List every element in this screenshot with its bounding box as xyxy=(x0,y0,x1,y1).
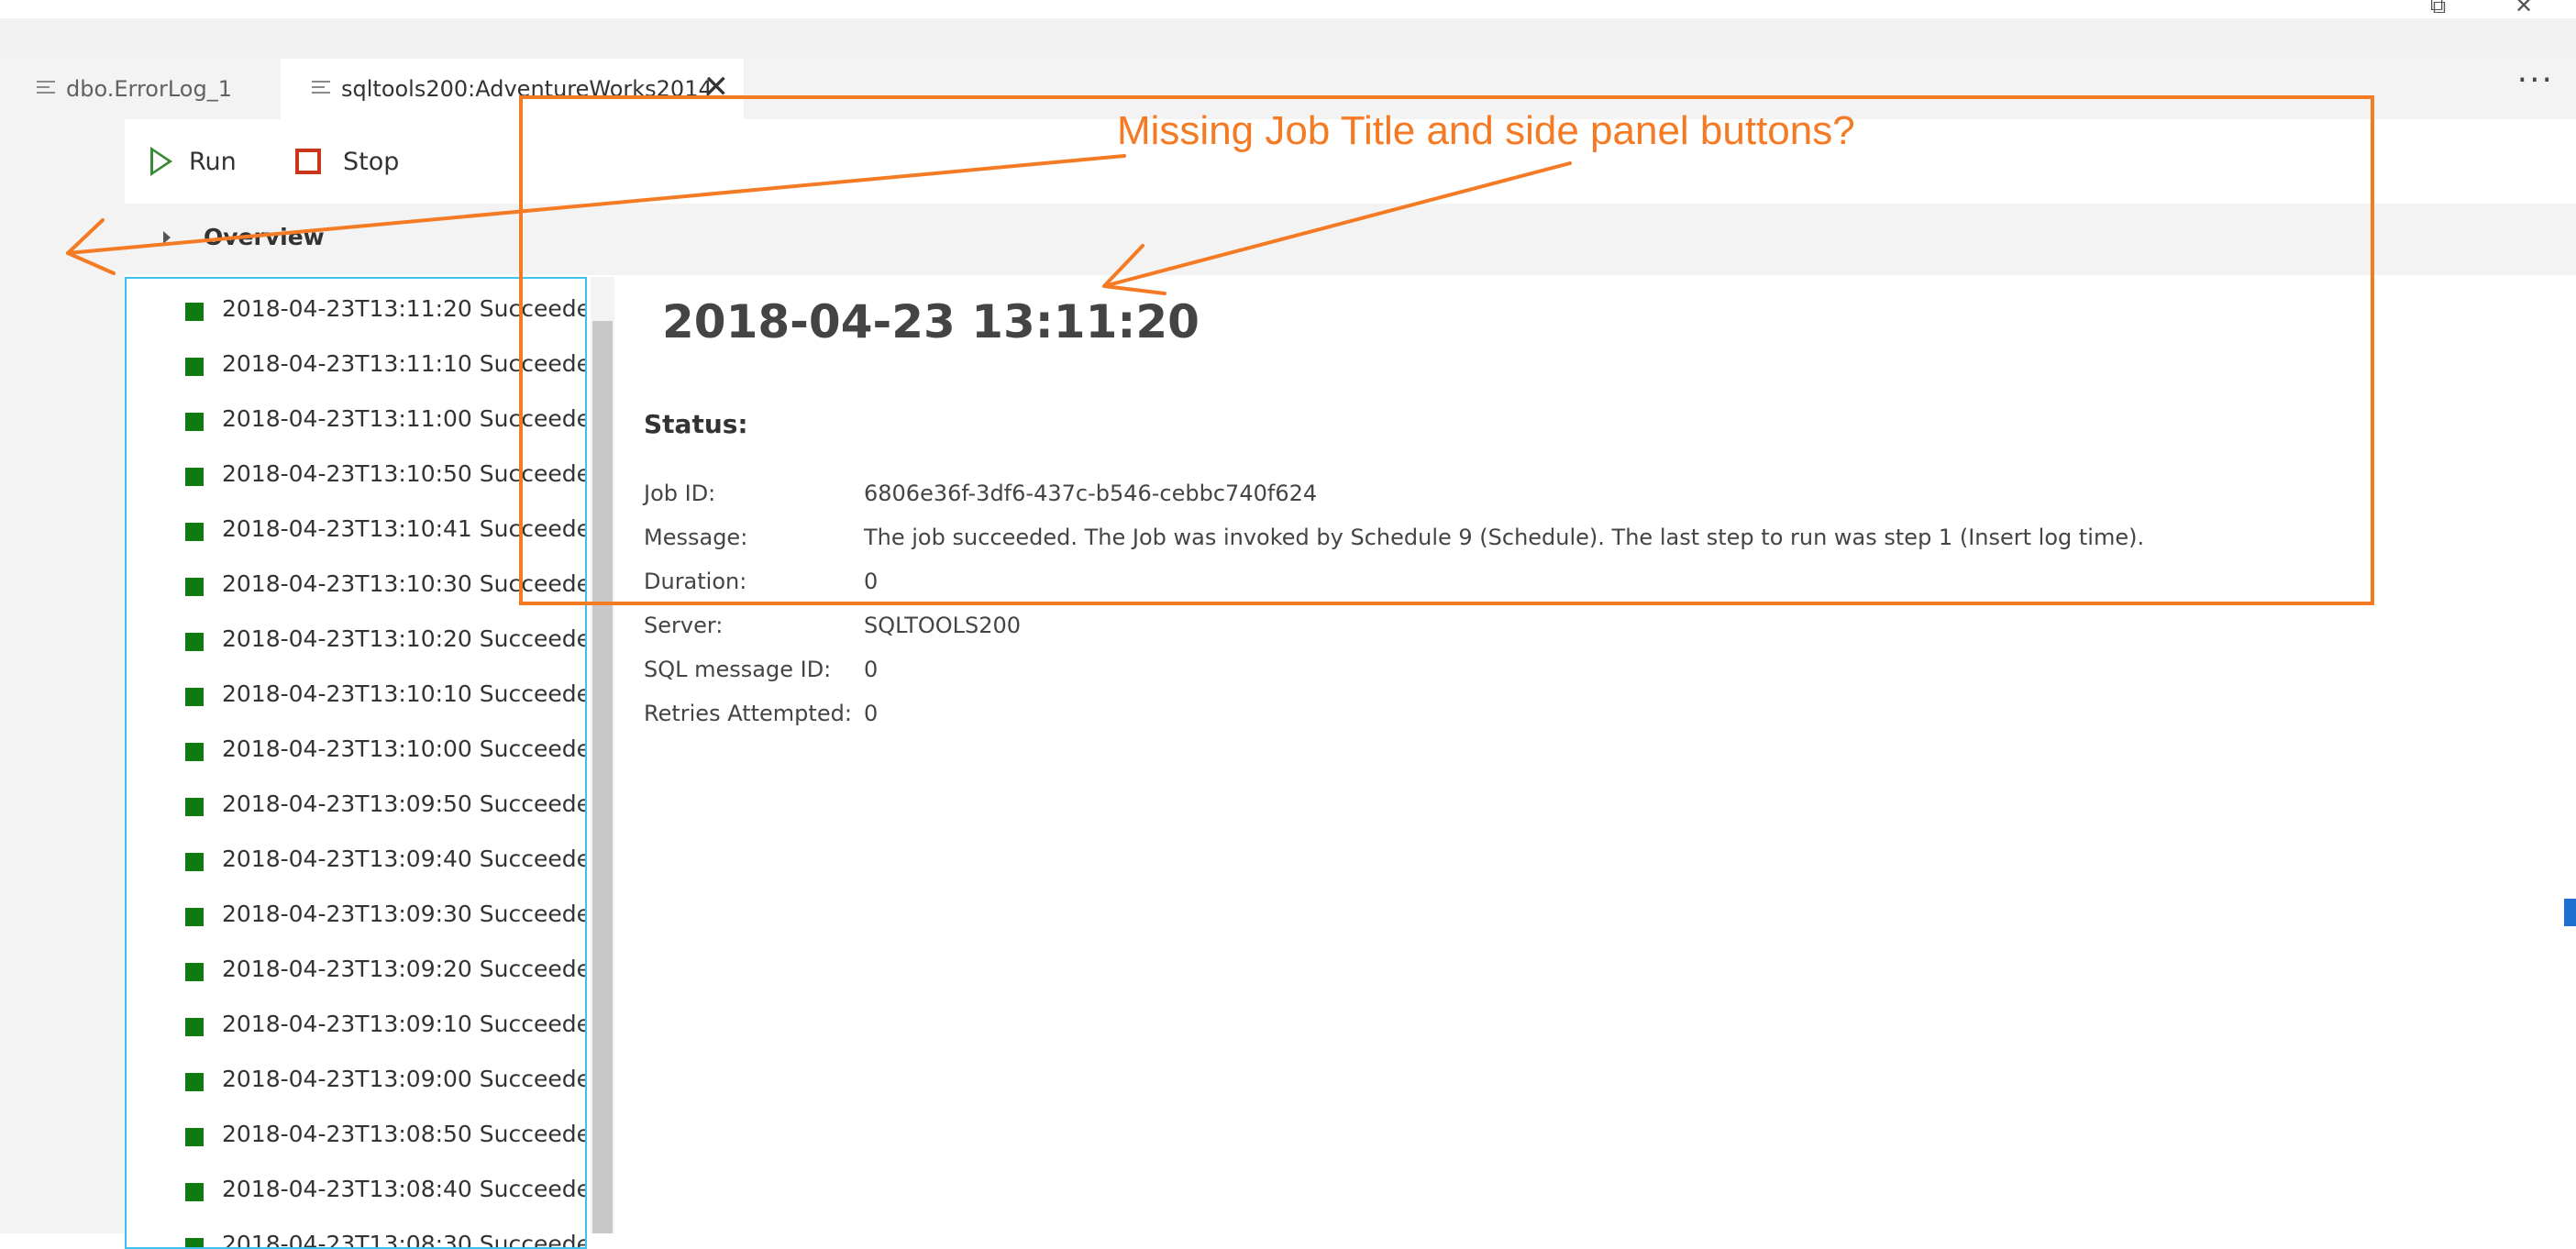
tab-adventureworks[interactable]: sqltools200:AdventureWorks2014 ✕ xyxy=(281,59,744,119)
field-label: Message: xyxy=(644,525,748,550)
list-item[interactable]: 2018-04-23T13:10:41 Succeeded xyxy=(127,512,585,567)
list-item[interactable]: 2018-04-23T13:09:40 Succeeded xyxy=(127,842,585,897)
history-item-label: 2018-04-23T13:09:30 Succeeded xyxy=(222,901,587,927)
job-run-title: 2018-04-23 13:11:20 xyxy=(662,295,1200,348)
chevron-right-icon[interactable] xyxy=(163,231,171,244)
history-item-label: 2018-04-23T13:10:20 Succeeded xyxy=(222,625,587,652)
succeeded-status-icon xyxy=(185,743,204,761)
field-label: Duration: xyxy=(644,569,747,594)
stop-label: Stop xyxy=(343,147,400,176)
run-button[interactable]: Run xyxy=(150,143,237,180)
field-value: 0 xyxy=(864,657,879,682)
history-item-label: 2018-04-23T13:10:50 Succeeded xyxy=(222,460,587,487)
succeeded-status-icon xyxy=(185,853,204,871)
history-item-label: 2018-04-23T13:09:40 Succeeded xyxy=(222,846,587,872)
close-tab-icon[interactable]: ✕ xyxy=(703,72,730,103)
tab-label: sqltools200:AdventureWorks2014 xyxy=(341,76,713,102)
stop-button[interactable]: Stop xyxy=(290,143,399,180)
history-item-label: 2018-04-23T13:11:10 Succeeded xyxy=(222,350,587,377)
succeeded-status-icon xyxy=(185,688,204,706)
scroll-indicator xyxy=(2564,899,2576,926)
tab-label: dbo.ErrorLog_1 xyxy=(66,76,232,102)
field-value: 6806e36f-3df6-437c-b546-cebbc740f624 xyxy=(864,481,1318,506)
status-heading: Status: xyxy=(644,409,748,439)
history-item-label: 2018-04-23T13:10:00 Succeeded xyxy=(222,735,587,762)
list-item[interactable]: 2018-04-23T13:09:10 Succeeded xyxy=(127,1007,585,1062)
title-bar: ⧉ ✕ xyxy=(0,0,2576,18)
field-value: SQLTOOLS200 xyxy=(864,613,1022,638)
left-gutter xyxy=(0,119,125,1233)
field-label: Job ID: xyxy=(644,481,716,506)
succeeded-status-icon xyxy=(185,908,204,926)
list-item[interactable]: 2018-04-23T13:08:40 Succeeded xyxy=(127,1172,585,1227)
list-item[interactable]: 2018-04-23T13:11:00 Succeeded xyxy=(127,402,585,457)
history-item-label: 2018-04-23T13:08:40 Succeeded xyxy=(222,1176,587,1202)
succeeded-status-icon xyxy=(185,413,204,431)
file-lines-icon xyxy=(312,81,330,97)
field-label: Server: xyxy=(644,613,724,638)
history-item-label: 2018-04-23T13:08:30 Succeeded xyxy=(222,1231,587,1249)
succeeded-status-icon xyxy=(185,1073,204,1091)
restore-window-icon[interactable]: ⧉ xyxy=(2430,0,2446,18)
succeeded-status-icon xyxy=(185,578,204,596)
field-label: SQL message ID: xyxy=(644,657,832,682)
list-item[interactable]: 2018-04-23T13:08:50 Succeeded xyxy=(127,1117,585,1172)
field-value: 0 xyxy=(864,701,879,726)
list-item[interactable]: 2018-04-23T13:10:50 Succeeded xyxy=(127,457,585,512)
succeeded-status-icon xyxy=(185,963,204,981)
list-item[interactable]: 2018-04-23T13:10:20 Succeeded xyxy=(127,622,585,677)
history-item-label: 2018-04-23T13:09:20 Succeeded xyxy=(222,956,587,982)
tab-errorlog[interactable]: dbo.ErrorLog_1 xyxy=(0,59,281,119)
file-lines-icon xyxy=(37,81,55,97)
succeeded-status-icon xyxy=(185,523,204,541)
job-toolbar: Run Stop xyxy=(125,119,2576,204)
tab-bar: dbo.ErrorLog_1 sqltools200:AdventureWork… xyxy=(0,59,2576,119)
succeeded-status-icon xyxy=(185,1128,204,1146)
stop-icon xyxy=(295,149,321,174)
succeeded-status-icon xyxy=(185,303,204,321)
history-item-label: 2018-04-23T13:09:00 Succeeded xyxy=(222,1066,587,1092)
history-scrollbar[interactable] xyxy=(591,277,614,1233)
succeeded-status-icon xyxy=(185,633,204,651)
history-item-label: 2018-04-23T13:08:50 Succeeded xyxy=(222,1121,587,1147)
list-item[interactable]: 2018-04-23T13:11:20 Succeeded xyxy=(127,292,585,347)
overview-label: Overview xyxy=(204,224,325,250)
succeeded-status-icon xyxy=(185,358,204,376)
list-item[interactable]: 2018-04-23T13:09:30 Succeeded xyxy=(127,897,585,952)
field-value: The job succeeded. The Job was invoked b… xyxy=(864,525,2145,550)
job-history-list[interactable]: 2018-04-23T13:11:20 Succeeded 2018-04-23T… xyxy=(125,277,587,1249)
field-value: 0 xyxy=(864,569,879,594)
more-actions-icon[interactable]: ··· xyxy=(2517,64,2554,97)
history-item-label: 2018-04-23T13:10:10 Succeeded xyxy=(222,680,587,707)
list-item[interactable]: 2018-04-23T13:10:00 Succeeded xyxy=(127,732,585,787)
history-item-label: 2018-04-23T13:11:20 Succeeded xyxy=(222,295,587,322)
history-item-label: 2018-04-23T13:10:30 Succeeded xyxy=(222,570,587,597)
list-item[interactable]: 2018-04-23T13:11:10 Succeeded xyxy=(127,347,585,402)
history-item-label: 2018-04-23T13:10:41 Succeeded xyxy=(222,515,587,542)
succeeded-status-icon xyxy=(185,1238,204,1247)
succeeded-status-icon xyxy=(185,1018,204,1036)
succeeded-status-icon xyxy=(185,468,204,486)
play-icon xyxy=(150,147,172,176)
succeeded-status-icon xyxy=(185,798,204,816)
list-item[interactable]: 2018-04-23T13:08:30 Succeeded xyxy=(127,1227,587,1249)
job-detail-pane: 2018-04-23 13:11:20 Status: Job ID: 6806e… xyxy=(616,275,2576,1233)
history-item-label: 2018-04-23T13:11:00 Succeeded xyxy=(222,405,587,432)
list-item[interactable]: 2018-04-23T13:10:30 Succeeded xyxy=(127,567,585,622)
list-item[interactable]: 2018-04-23T13:09:50 Succeeded xyxy=(127,787,585,842)
history-item-label: 2018-04-23T13:09:10 Succeeded xyxy=(222,1011,587,1037)
field-label: Retries Attempted: xyxy=(644,701,852,726)
overview-header[interactable]: Overview xyxy=(125,204,2576,275)
title-bar-band xyxy=(0,18,2576,59)
run-label: Run xyxy=(189,147,237,176)
list-item[interactable]: 2018-04-23T13:10:10 Succeeded xyxy=(127,677,585,732)
succeeded-status-icon xyxy=(185,1183,204,1201)
scrollbar-thumb[interactable] xyxy=(592,321,613,1233)
list-item[interactable]: 2018-04-23T13:09:20 Succeeded xyxy=(127,952,585,1007)
close-window-icon[interactable]: ✕ xyxy=(2515,0,2533,18)
history-item-label: 2018-04-23T13:09:50 Succeeded xyxy=(222,790,587,817)
list-item[interactable]: 2018-04-23T13:09:00 Succeeded xyxy=(127,1062,585,1117)
